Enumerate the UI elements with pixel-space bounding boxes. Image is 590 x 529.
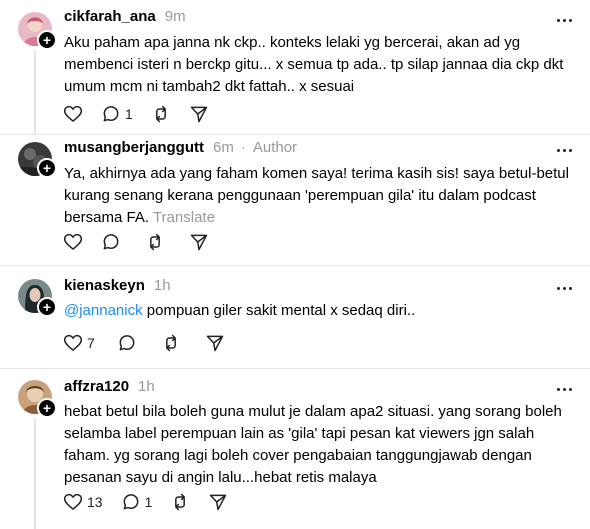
share-icon xyxy=(190,106,208,123)
post-header: kienaskeyn 1h xyxy=(64,277,171,299)
heart-icon xyxy=(63,334,83,351)
post-header: cikfarah_ana 9m xyxy=(64,8,186,30)
share-icon xyxy=(210,494,227,511)
post-text: Ya, akhirnya ada yang faham komen saya! … xyxy=(64,163,579,229)
share-button[interactable] xyxy=(208,492,228,512)
share-button[interactable] xyxy=(189,104,209,124)
separator: · xyxy=(240,139,246,156)
heart-icon xyxy=(63,233,83,250)
repost-icon xyxy=(175,493,186,511)
mention-link[interactable]: @jannanick xyxy=(64,302,143,319)
share-button[interactable] xyxy=(205,333,225,353)
reply-button[interactable] xyxy=(101,232,121,252)
post-text-content: Ya, akhirnya ada yang faham komen saya! … xyxy=(64,165,569,226)
action-bar: 7 xyxy=(63,331,243,355)
follow-plus-icon[interactable]: + xyxy=(37,30,57,50)
like-button[interactable] xyxy=(63,104,83,124)
author-badge: Author xyxy=(252,139,298,156)
more-icon[interactable] xyxy=(554,278,574,298)
repost-button[interactable] xyxy=(151,104,171,124)
post-text: @jannanick pompuan giler sakit mental x … xyxy=(64,300,579,322)
heart-icon xyxy=(63,105,83,122)
share-icon xyxy=(206,335,224,352)
reply-button[interactable]: 1 xyxy=(121,492,153,512)
like-count: 13 xyxy=(87,494,103,510)
timestamp[interactable]: 6m xyxy=(213,139,234,156)
reply-count: 1 xyxy=(144,494,153,510)
reply-icon xyxy=(119,335,135,351)
repost-button[interactable] xyxy=(145,232,165,252)
repost-button[interactable] xyxy=(161,333,181,353)
more-icon[interactable] xyxy=(554,379,574,399)
heart-icon xyxy=(63,493,83,510)
share-icon xyxy=(190,234,208,251)
timestamp[interactable]: 1h xyxy=(154,277,171,294)
post-cikfarah: + cikfarah_ana 9m Aku paham apa janna nk… xyxy=(0,0,590,134)
like-button[interactable] xyxy=(63,232,83,252)
post-header: musangberjanggutt 6m · Author xyxy=(64,139,297,161)
repost-icon xyxy=(165,334,176,352)
post-affzra120: + affzra120 1h hebat betul bila boleh gu… xyxy=(0,368,590,529)
action-bar: 1 xyxy=(63,102,227,126)
repost-icon xyxy=(150,233,160,251)
follow-plus-icon[interactable]: + xyxy=(37,398,57,418)
timestamp[interactable]: 9m xyxy=(165,8,186,25)
action-bar: 13 1 xyxy=(63,490,246,514)
more-icon[interactable] xyxy=(554,10,574,30)
post-header: affzra120 1h xyxy=(64,378,155,400)
more-icon[interactable] xyxy=(554,140,574,160)
reply-icon xyxy=(103,106,119,122)
timestamp[interactable]: 1h xyxy=(138,378,155,395)
translate-link[interactable]: Translate xyxy=(153,209,215,226)
reply-icon xyxy=(103,234,119,250)
like-count: 7 xyxy=(87,335,95,351)
action-bar xyxy=(63,230,227,254)
post-text: Aku paham apa janna nk ckp.. konteks lel… xyxy=(64,34,564,95)
follow-plus-icon[interactable]: + xyxy=(37,158,57,178)
post-kienaskeyn: + kienaskeyn 1h @jannanick pompuan giler… xyxy=(0,265,590,368)
username[interactable]: musangberjanggutt xyxy=(64,139,204,156)
like-button[interactable]: 13 xyxy=(63,492,103,512)
reply-button[interactable] xyxy=(117,333,137,353)
post-text-content: pompuan giler sakit mental x sedaq diri.… xyxy=(142,302,416,319)
username[interactable]: cikfarah_ana xyxy=(64,8,156,25)
share-button[interactable] xyxy=(189,232,209,252)
repost-icon xyxy=(155,105,166,123)
post-musangberjanggutt: + musangberjanggutt 6m · Author Ya, akhi… xyxy=(0,134,590,265)
repost-button[interactable] xyxy=(170,492,190,512)
follow-plus-icon[interactable]: + xyxy=(37,297,57,317)
reply-count: 1 xyxy=(125,106,133,122)
like-button[interactable]: 7 xyxy=(63,333,95,353)
username[interactable]: kienaskeyn xyxy=(64,277,145,294)
post-text: hebat betul bila boleh guna mulut je dal… xyxy=(64,403,562,486)
reply-button[interactable]: 1 xyxy=(101,104,133,124)
reply-icon xyxy=(123,494,138,510)
username[interactable]: affzra120 xyxy=(64,378,129,395)
